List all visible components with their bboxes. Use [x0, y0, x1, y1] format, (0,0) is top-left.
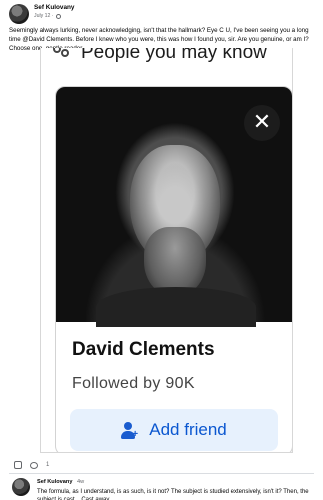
reaction-bar: 1	[14, 461, 49, 469]
post-meta: July 12 ·	[34, 13, 61, 19]
globe-icon	[55, 13, 61, 19]
suggested-name[interactable]: David Clements	[72, 339, 215, 361]
facebook-post: Sef Kulovany July 12 · Seemingly always …	[0, 0, 323, 500]
post-date[interactable]: July 12 ·	[34, 13, 54, 19]
commenter-avatar[interactable]	[12, 478, 30, 496]
comment-text: The formula, as I understand, is as such…	[37, 489, 309, 500]
people-icon	[51, 48, 71, 63]
close-icon[interactable]: ✕	[244, 105, 280, 141]
profile-photo[interactable]: ✕	[56, 87, 292, 327]
comment-header: Sef Kulovany 4w	[37, 479, 84, 485]
comment-icon[interactable]	[30, 461, 38, 469]
shirt-shape	[96, 287, 256, 327]
section-title: People you may know	[81, 48, 267, 63]
add-friend-label: Add friend	[149, 420, 227, 439]
comment-time[interactable]: 4w	[77, 479, 84, 485]
comment-count[interactable]: 1	[46, 462, 49, 468]
add-friend-button[interactable]: + Add friend	[70, 409, 278, 451]
comment-author[interactable]: Sef Kulovany	[37, 479, 72, 485]
divider	[9, 473, 314, 474]
embedded-screenshot[interactable]: People you may know ✕ David Clements Fol…	[40, 48, 293, 453]
followers-count: Followed by 90K	[72, 375, 195, 392]
pymk-header: People you may know	[51, 48, 267, 64]
suggestion-card: ✕ David Clements Followed by 90K + Add f…	[55, 86, 292, 452]
add-person-icon: +	[121, 421, 139, 440]
author-avatar[interactable]	[9, 4, 29, 24]
like-icon[interactable]	[14, 461, 22, 469]
post-author[interactable]: Sef Kulovany	[34, 4, 75, 11]
